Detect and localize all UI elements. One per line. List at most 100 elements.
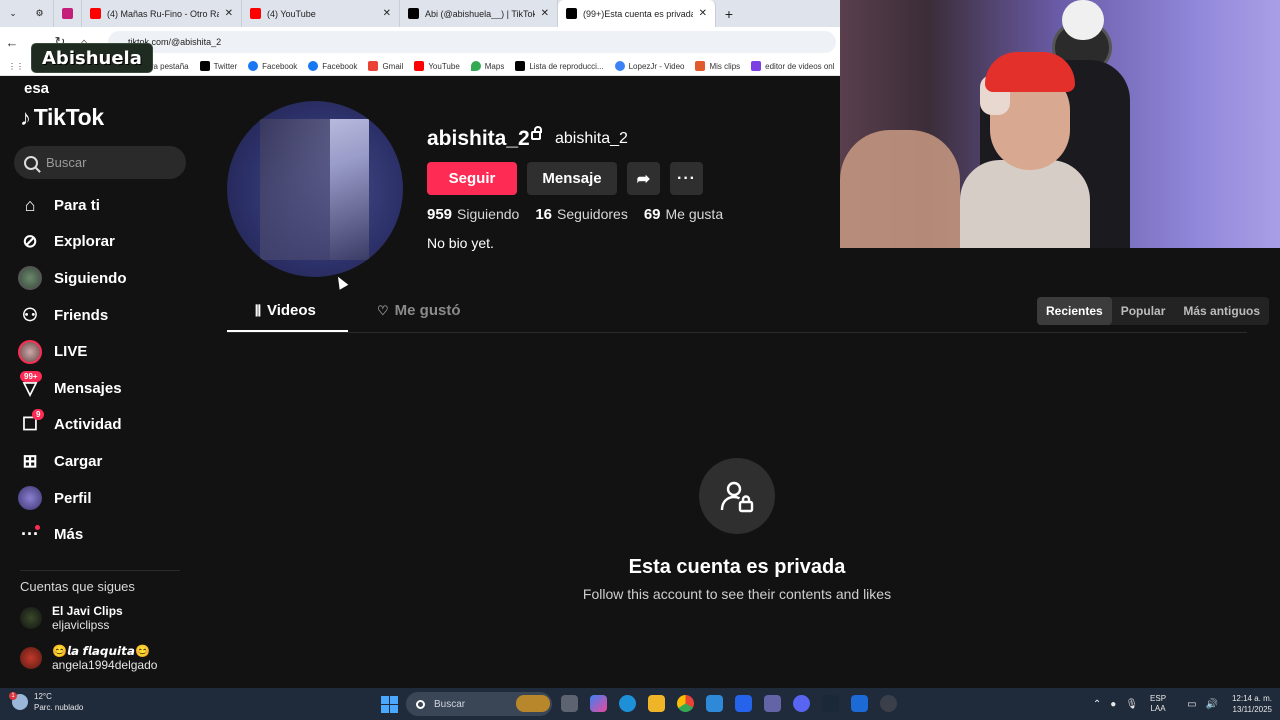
sidebar-item-cargar[interactable]: ⊞ Cargar <box>18 443 198 480</box>
bookmark[interactable]: Maps <box>470 61 504 71</box>
language-indicator[interactable]: ESP LAA <box>1150 694 1166 714</box>
profile-bio: No bio yet. <box>427 235 494 251</box>
divider <box>20 570 180 571</box>
network-icon[interactable]: ▭ <box>1187 699 1196 710</box>
follows-title: Cuentas que sigues <box>20 579 135 594</box>
clock[interactable]: 12:14 a. m. 13/11/2025 <box>1232 693 1272 715</box>
lang-line-2: LAA <box>1150 704 1166 713</box>
likes-label: Me gusta <box>665 206 724 222</box>
followers-count: 16 <box>535 206 552 223</box>
bookmark[interactable]: YouTube <box>414 61 460 71</box>
profile-stats: 959 Siguiendo 16 Seguidores 69 Me gusta <box>427 206 739 223</box>
bookmark[interactable]: Lista de reproducci... <box>515 61 604 71</box>
back-icon[interactable]: ← <box>0 35 24 50</box>
browser-tab[interactable]: Abi (@abishuela__) | TikTok ✕ <box>400 0 558 27</box>
twitter-icon <box>199 61 210 71</box>
share-button[interactable]: ➦ <box>627 162 660 195</box>
sort-oldest[interactable]: Más antiguos <box>1174 297 1269 325</box>
browser-tab[interactable]: (4) YouTube ✕ <box>242 0 400 27</box>
start-button[interactable] <box>381 696 398 713</box>
chevron-up-icon[interactable]: ⌃ <box>1093 699 1101 710</box>
bookmark[interactable]: Twitter <box>199 61 237 71</box>
account-handle: eljaviclipss <box>52 618 110 632</box>
sidebar-item-friends[interactable]: ⚇ Friends <box>18 297 198 334</box>
close-tab-icon[interactable]: ✕ <box>541 8 549 19</box>
discord-icon[interactable] <box>793 695 810 712</box>
tab-videos[interactable]: ⫼ Videos <box>255 302 316 319</box>
streamer-body <box>960 160 1090 248</box>
mail-icon[interactable] <box>735 695 752 712</box>
search-input[interactable]: Buscar <box>14 146 186 179</box>
youtube-icon <box>414 61 425 71</box>
following-stat[interactable]: 959 Siguiendo <box>427 206 519 223</box>
compass-icon: ⊘ <box>22 231 38 252</box>
bookmark[interactable]: Gmail <box>368 61 403 71</box>
follow-button[interactable]: Seguir <box>427 162 517 195</box>
profile-photo-shade <box>260 119 330 260</box>
clock-time: 12:14 a. m. <box>1231 694 1272 703</box>
sidebar-item-live[interactable]: LIVE <box>18 333 198 370</box>
browser-tab[interactable]: (4) Mañas Ru-Fino - Otro Rango ✕ <box>82 0 242 27</box>
file-explorer-icon[interactable] <box>648 695 665 712</box>
bookmark[interactable]: Facebook <box>248 61 297 71</box>
sort-popular[interactable]: Popular <box>1112 297 1175 325</box>
message-button[interactable]: Mensaje <box>527 162 617 195</box>
tiktok-logo[interactable]: ♪ TikTok <box>20 104 104 131</box>
apps-icon[interactable]: ⋮⋮ <box>8 62 24 71</box>
overlay-text: esa <box>24 80 50 97</box>
search-icon <box>416 699 425 709</box>
close-tab-icon[interactable]: ✕ <box>225 8 233 19</box>
bookmark[interactable]: Facebook <box>308 61 357 71</box>
profile-avatar[interactable] <box>227 101 403 277</box>
sidebar-item-siguiendo[interactable]: Siguiendo <box>18 260 198 297</box>
chrome-icon[interactable] <box>677 695 694 712</box>
sidebar-item-mensajes[interactable]: ▽ 99+ Mensajes <box>18 370 198 407</box>
tiktok-icon <box>408 8 419 19</box>
sidebar-item-actividad[interactable]: ☐ 9 Actividad <box>18 407 198 444</box>
new-tab-button[interactable]: + <box>716 0 742 27</box>
tab-search-icon[interactable]: ⌄ <box>0 0 26 27</box>
tray-app-icon[interactable]: ● <box>1110 699 1116 710</box>
store-icon[interactable] <box>706 695 723 712</box>
copilot-icon[interactable] <box>590 695 607 712</box>
mouse-cursor <box>333 274 349 290</box>
edge-icon[interactable] <box>619 695 636 712</box>
followed-account[interactable]: 😊𝙡𝙖 𝙛𝙡𝙖𝙦𝙪𝙞𝙩𝙖😊 angela1994delgado <box>20 644 200 672</box>
more-options-button[interactable]: ··· <box>670 162 703 195</box>
browser-tab[interactable] <box>54 0 82 27</box>
tab-title: Abi (@abishuela__) | TikTok <box>425 8 535 19</box>
sidebar-item-mas[interactable]: ··· Más <box>18 516 198 553</box>
profile-avatar <box>18 486 42 511</box>
weather-widget[interactable]: 1 12°C Parc. nublado <box>9 691 83 713</box>
teams-icon[interactable] <box>764 695 781 712</box>
tab-liked[interactable]: ♡ Me gustó <box>377 302 461 319</box>
sidebar-item-explorar[interactable]: ⊘ Explorar <box>18 224 198 261</box>
heart-lock-icon: ♡ <box>377 302 389 318</box>
app-icon[interactable] <box>851 695 868 712</box>
sidebar-item-para-ti[interactable]: ⌂ Para ti <box>18 187 198 224</box>
sort-recent[interactable]: Recientes <box>1037 297 1112 325</box>
browser-tab[interactable]: ⚙ <box>26 0 54 27</box>
close-tab-icon[interactable]: ✕ <box>699 8 707 19</box>
stream-name-overlay: Abishuela <box>31 43 153 73</box>
sidebar-nav: ⌂ Para ti ⊘ Explorar Siguiendo ⚇ Friends <box>18 187 198 553</box>
avatar <box>20 647 42 669</box>
messages-badge: 99+ <box>20 371 42 383</box>
task-view-icon[interactable] <box>561 695 578 712</box>
bookmark[interactable]: Mis clips <box>695 61 740 71</box>
volume-icon[interactable]: 🔊 <box>1206 699 1218 710</box>
close-tab-icon[interactable]: ✕ <box>383 8 391 19</box>
sidebar-item-label: Explorar <box>54 233 115 251</box>
obs-icon[interactable] <box>880 695 897 712</box>
address-bar[interactable]: tiktok.com/@abishita_2 <box>108 31 836 53</box>
browser-tab-active[interactable]: (99+)Esta cuenta es privada. Sig ✕ <box>558 0 716 27</box>
sidebar-item-perfil[interactable]: Perfil <box>18 480 198 517</box>
bookmark[interactable]: LopezJr - Video <box>614 61 684 71</box>
profile-username: abishita_2 <box>427 127 530 150</box>
bookmark[interactable]: editor de videos onl <box>751 61 835 71</box>
sidebar-item-label: Más <box>54 526 84 544</box>
mic-icon[interactable]: 🎙 <box>1125 699 1138 710</box>
steam-icon[interactable] <box>822 695 839 712</box>
followed-account[interactable]: El Javi Clips eljaviclipss <box>20 604 200 632</box>
followers-stat[interactable]: 16 Seguidores <box>535 206 628 223</box>
